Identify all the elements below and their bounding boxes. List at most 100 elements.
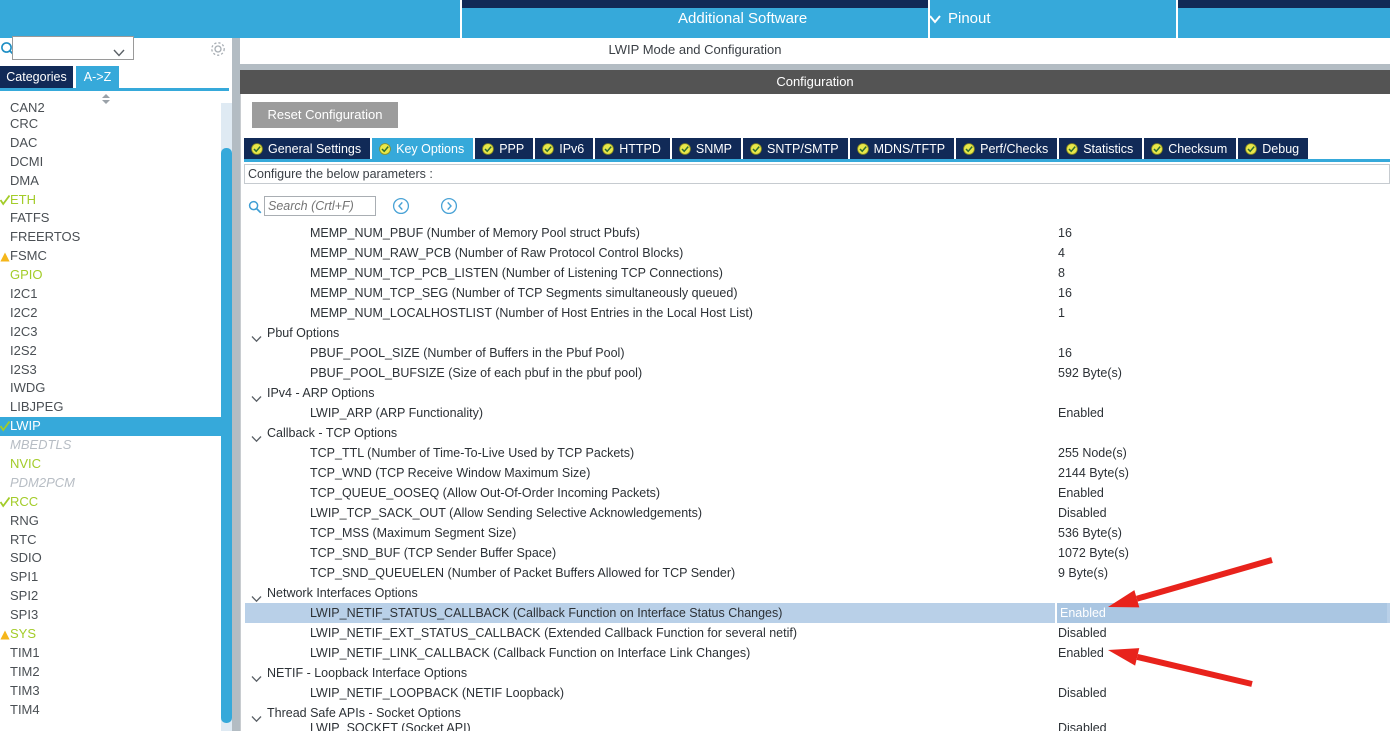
- reset-configuration-button[interactable]: Reset Configuration: [252, 102, 398, 128]
- parameter-row[interactable]: TCP_TTL (Number of Time-To-Live Used by …: [245, 443, 1390, 463]
- sidebar-scrollbar-thumb[interactable]: [221, 148, 232, 723]
- sidebar-item-fsmc[interactable]: FSMC: [0, 247, 221, 266]
- tab-ipv6[interactable]: IPv6: [535, 138, 593, 159]
- chevron-down-icon[interactable]: [251, 389, 262, 397]
- sidebar-item-tim1[interactable]: TIM1: [0, 644, 221, 663]
- parameter-row[interactable]: LWIP_NETIF_STATUS_CALLBACK (Callback Fun…: [245, 603, 1390, 623]
- tab-a-to-z[interactable]: A->Z: [76, 66, 119, 88]
- top-nav-item-additional-software[interactable]: Additional Software: [678, 10, 807, 27]
- parameter-value[interactable]: 8: [1058, 263, 1065, 283]
- sidebar-item-fatfs[interactable]: FATFS: [0, 209, 221, 228]
- parameter-group-row[interactable]: NETIF - Loopback Interface Options: [245, 663, 1390, 683]
- sidebar-item-mbedtls[interactable]: MBEDTLS: [0, 436, 221, 455]
- panel-splitter[interactable]: [232, 38, 240, 731]
- search-input[interactable]: [264, 196, 376, 216]
- parameter-row[interactable]: MEMP_NUM_TCP_SEG (Number of TCP Segments…: [245, 283, 1390, 303]
- sidebar-item-spi3[interactable]: SPI3: [0, 606, 221, 625]
- parameter-row[interactable]: LWIP_ARP (ARP Functionality)Enabled: [245, 403, 1390, 423]
- parameter-row[interactable]: PBUF_POOL_BUFSIZE (Size of each pbuf in …: [245, 363, 1390, 383]
- tab-categories[interactable]: Categories: [0, 66, 73, 88]
- parameter-value[interactable]: Enabled: [1058, 403, 1104, 423]
- chevron-left-circle-icon[interactable]: [392, 197, 410, 215]
- parameter-value[interactable]: Disabled: [1058, 723, 1107, 731]
- chevron-down-icon[interactable]: [251, 589, 262, 597]
- parameter-row[interactable]: TCP_SND_BUF (TCP Sender Buffer Space)107…: [245, 543, 1390, 563]
- sidebar-item-freertos[interactable]: FREERTOS: [0, 228, 221, 247]
- tab-snmp[interactable]: SNMP: [672, 138, 741, 159]
- configuration-tab-strip[interactable]: General SettingsKey OptionsPPPIPv6HTTPDS…: [244, 138, 1390, 159]
- tab-checksum[interactable]: Checksum: [1144, 138, 1236, 159]
- tab-general-settings[interactable]: General Settings: [244, 138, 370, 159]
- parameter-value[interactable]: Disabled: [1058, 683, 1107, 703]
- sidebar-item-spi2[interactable]: SPI2: [0, 587, 221, 606]
- tab-sntp-smtp[interactable]: SNTP/SMTP: [743, 138, 848, 159]
- parameter-row[interactable]: PBUF_POOL_SIZE (Number of Buffers in the…: [245, 343, 1390, 363]
- sidebar-item-eth[interactable]: ETH: [0, 191, 221, 210]
- parameter-row[interactable]: LWIP_NETIF_LOOPBACK (NETIF Loopback)Disa…: [245, 683, 1390, 703]
- parameter-group-row[interactable]: Thread Safe APIs - Socket Options: [245, 703, 1390, 723]
- parameter-row[interactable]: LWIP_NETIF_EXT_STATUS_CALLBACK (Extended…: [245, 623, 1390, 643]
- sidebar-item-crc[interactable]: CRC: [0, 115, 221, 134]
- sidebar-item-dma[interactable]: DMA: [0, 172, 221, 191]
- sidebar-item-rcc[interactable]: RCC: [0, 493, 221, 512]
- parameter-value[interactable]: 16: [1058, 283, 1072, 303]
- parameter-value[interactable]: 255 Node(s): [1058, 443, 1127, 463]
- parameter-row[interactable]: TCP_SND_QUEUELEN (Number of Packet Buffe…: [245, 563, 1390, 583]
- sidebar-item-libjpeg[interactable]: LIBJPEG: [0, 398, 221, 417]
- sidebar-item-sdio[interactable]: SDIO: [0, 549, 221, 568]
- parameter-value[interactable]: 2144 Byte(s): [1058, 463, 1129, 483]
- parameter-row[interactable]: MEMP_NUM_RAW_PCB (Number of Raw Protocol…: [245, 243, 1390, 263]
- parameter-table[interactable]: MEMP_NUM_PBUF (Number of Memory Pool str…: [245, 223, 1390, 731]
- tab-mdns-tftp[interactable]: MDNS/TFTP: [850, 138, 955, 159]
- sidebar-item-i2c3[interactable]: I2C3: [0, 323, 221, 342]
- parameter-value[interactable]: 16: [1058, 343, 1072, 363]
- chevron-right-circle-icon[interactable]: [440, 197, 458, 215]
- ip-peripheral-list[interactable]: CAN2CRCDACDCMIDMAETHFATFSFREERTOSFSMCGPI…: [0, 103, 221, 731]
- sidebar-item-tim4[interactable]: TIM4: [0, 701, 221, 720]
- sidebar-item-tim3[interactable]: TIM3: [0, 682, 221, 701]
- sidebar-item-dac[interactable]: DAC: [0, 134, 221, 153]
- chevron-down-icon[interactable]: [251, 429, 262, 437]
- chevron-down-icon[interactable]: [251, 669, 262, 677]
- parameter-value[interactable]: 592 Byte(s): [1058, 363, 1122, 383]
- sidebar-item-can2[interactable]: CAN2: [0, 103, 221, 115]
- sidebar-item-i2s2[interactable]: I2S2: [0, 342, 221, 361]
- parameter-row[interactable]: TCP_WND (TCP Receive Window Maximum Size…: [245, 463, 1390, 483]
- sidebar-item-rtc[interactable]: RTC: [0, 531, 221, 550]
- parameter-row[interactable]: LWIP_TCP_SACK_OUT (Allow Sending Selecti…: [245, 503, 1390, 523]
- sidebar-item-dcmi[interactable]: DCMI: [0, 153, 221, 172]
- parameter-value[interactable]: Disabled: [1058, 623, 1107, 643]
- parameter-value[interactable]: 536 Byte(s): [1058, 523, 1122, 543]
- sidebar-item-gpio[interactable]: GPIO: [0, 266, 221, 285]
- sidebar-item-pdm2pcm[interactable]: PDM2PCM: [0, 474, 221, 493]
- tab-ppp[interactable]: PPP: [475, 138, 533, 159]
- tab-perf-checks[interactable]: Perf/Checks: [956, 138, 1057, 159]
- parameter-row[interactable]: LWIP_SOCKET (Socket API)Disabled: [245, 723, 1390, 731]
- parameter-group-row[interactable]: Callback - TCP Options: [245, 423, 1390, 443]
- parameter-row[interactable]: MEMP_NUM_LOCALHOSTLIST (Number of Host E…: [245, 303, 1390, 323]
- parameter-group-row[interactable]: Network Interfaces Options: [245, 583, 1390, 603]
- chevron-down-icon[interactable]: [251, 709, 262, 717]
- parameter-value[interactable]: 4: [1058, 243, 1065, 263]
- sidebar-item-tim2[interactable]: TIM2: [0, 663, 221, 682]
- sidebar-item-i2s3[interactable]: I2S3: [0, 361, 221, 380]
- parameter-value[interactable]: Enabled: [1058, 643, 1104, 663]
- parameter-group-row[interactable]: Pbuf Options: [245, 323, 1390, 343]
- parameter-value[interactable]: Disabled: [1058, 503, 1107, 523]
- parameter-row[interactable]: TCP_MSS (Maximum Segment Size)536 Byte(s…: [245, 523, 1390, 543]
- sidebar-item-rng[interactable]: RNG: [0, 512, 221, 531]
- tab-httpd[interactable]: HTTPD: [595, 138, 670, 159]
- parameter-group-row[interactable]: IPv4 - ARP Options: [245, 383, 1390, 403]
- parameter-row[interactable]: MEMP_NUM_PBUF (Number of Memory Pool str…: [245, 223, 1390, 243]
- parameter-value[interactable]: 16: [1058, 223, 1072, 243]
- top-nav-item-pinout[interactable]: Pinout: [948, 10, 991, 27]
- sidebar-item-spi1[interactable]: SPI1: [0, 568, 221, 587]
- parameter-value[interactable]: 1: [1058, 303, 1065, 323]
- sidebar-item-nvic[interactable]: NVIC: [0, 455, 221, 474]
- parameter-row[interactable]: TCP_QUEUE_OOSEQ (Allow Out-Of-Order Inco…: [245, 483, 1390, 503]
- sidebar-item-sys[interactable]: SYS: [0, 625, 221, 644]
- chevron-down-icon[interactable]: [251, 329, 262, 337]
- parameter-row[interactable]: LWIP_NETIF_LINK_CALLBACK (Callback Funct…: [245, 643, 1390, 663]
- parameter-value[interactable]: Enabled: [1055, 603, 1387, 623]
- tab-statistics[interactable]: Statistics: [1059, 138, 1142, 159]
